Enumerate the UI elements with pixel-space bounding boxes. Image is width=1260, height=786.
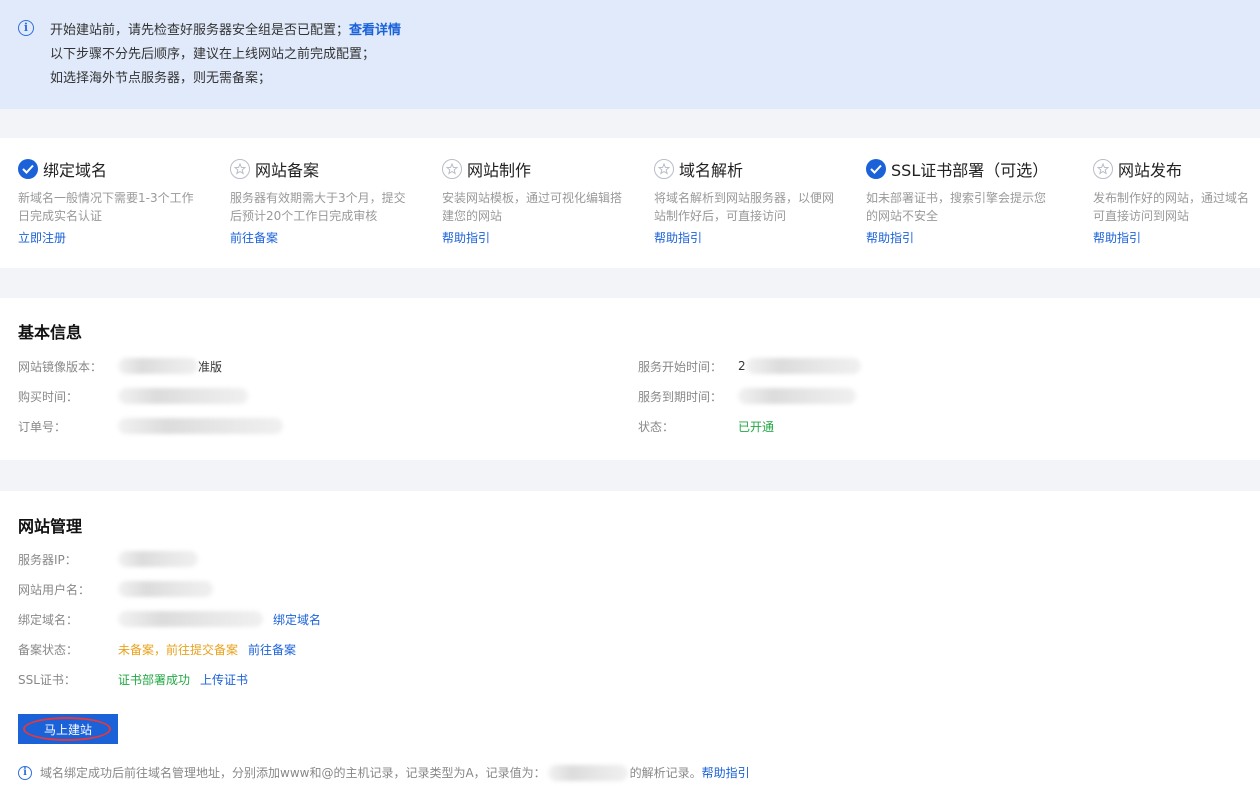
go-filing-link[interactable]: 前往备案 bbox=[230, 229, 430, 246]
bind-domain-link[interactable]: 绑定域名 bbox=[273, 611, 321, 628]
step-bind-domain: 绑定域名 新域名一般情况下需要1-3个工作日完成实名认证 立即注册 bbox=[18, 158, 218, 246]
register-now-link[interactable]: 立即注册 bbox=[18, 229, 218, 246]
status-row: 状态： 已开通 bbox=[638, 417, 774, 435]
ssl-row: SSL证书： 证书部署成功 上传证书 bbox=[18, 670, 248, 688]
help-guide-link[interactable]: 帮助指引 bbox=[702, 764, 750, 781]
field-label: 网站用户名： bbox=[18, 582, 91, 597]
service-end-row: 服务到期时间： bbox=[638, 387, 856, 405]
redacted-value bbox=[118, 418, 283, 434]
field-label: SSL证书： bbox=[18, 672, 76, 687]
field-label: 服务到期时间： bbox=[638, 389, 723, 404]
step-desc: 安装网站模板，通过可视化编辑搭建您的网站 bbox=[442, 191, 623, 223]
step-dns-resolve: 域名解析 将域名解析到网站服务器，以便网站制作好后，可直接访问 帮助指引 bbox=[654, 158, 854, 246]
step-title: SSL证书部署（可选） bbox=[891, 161, 1049, 180]
field-label: 服务器IP： bbox=[18, 552, 77, 567]
star-circle-icon bbox=[442, 159, 462, 179]
image-version-row: 网站镜像版本： 准版 bbox=[18, 357, 222, 375]
go-filing-link[interactable]: 前往备案 bbox=[248, 641, 296, 658]
star-circle-icon bbox=[1093, 159, 1113, 179]
setup-steps-panel: 绑定域名 新域名一般情况下需要1-3个工作日完成实名认证 立即注册 网站备案 服… bbox=[0, 138, 1260, 268]
step-title: 网站制作 bbox=[467, 161, 532, 180]
step-title: 域名解析 bbox=[679, 161, 744, 180]
build-site-button[interactable]: 马上建站 bbox=[18, 714, 118, 744]
purchase-time-row: 购买时间： bbox=[18, 387, 248, 405]
step-desc: 将域名解析到网站服务器，以便网站制作好后，可直接访问 bbox=[654, 191, 835, 223]
dns-tip: i 域名绑定成功后前往域名管理地址，分别添加www和@的主机记录，记录类型为A，… bbox=[18, 764, 750, 781]
field-label: 订单号： bbox=[18, 419, 67, 434]
step-desc: 发布制作好的网站，通过域名可直接访问到网站 bbox=[1093, 191, 1250, 223]
redacted-value bbox=[745, 358, 861, 374]
redacted-value bbox=[118, 388, 248, 404]
highlight-ring bbox=[23, 717, 111, 741]
step-site-build: 网站制作 安装网站模板，通过可视化编辑搭建您的网站 帮助指引 bbox=[442, 158, 642, 246]
step-title: 网站发布 bbox=[1118, 161, 1183, 180]
field-label: 备案状态： bbox=[18, 642, 79, 657]
star-circle-icon bbox=[654, 159, 674, 179]
notice-line-3: 如选择海外节点服务器，则无需备案； bbox=[50, 71, 272, 86]
field-value: 准版 bbox=[198, 359, 223, 374]
icp-status-value: 未备案，前往提交备案 bbox=[118, 642, 239, 657]
redacted-value bbox=[118, 551, 198, 567]
step-title: 网站备案 bbox=[255, 161, 320, 180]
redacted-value bbox=[118, 611, 263, 627]
section-title: 网站管理 bbox=[18, 517, 83, 536]
step-title: 绑定域名 bbox=[43, 161, 108, 180]
step-icp-filing: 网站备案 服务器有效期需大于3个月，提交后预计20个工作日完成审核 前往备案 bbox=[230, 158, 430, 246]
step-desc: 服务器有效期需大于3个月，提交后预计20个工作日完成审核 bbox=[230, 191, 406, 223]
redacted-value bbox=[118, 581, 213, 597]
check-circle-icon bbox=[18, 159, 38, 179]
server-ip-row: 服务器IP： bbox=[18, 550, 198, 568]
notice-line-1: 开始建站前，请先检查好服务器安全组是否已配置； bbox=[50, 23, 350, 38]
redacted-value bbox=[118, 358, 198, 374]
field-value: 2 bbox=[738, 359, 746, 373]
step-ssl-deploy: SSL证书部署（可选） 如未部署证书，搜索引擎会提示您的网站不安全 帮助指引 bbox=[866, 158, 1066, 246]
tip-text: 域名绑定成功后前往域名管理地址，分别添加www和@的主机记录，记录类型为A，记录… bbox=[40, 766, 546, 780]
service-start-row: 服务开始时间： 2 bbox=[638, 357, 861, 375]
help-guide-link[interactable]: 帮助指引 bbox=[654, 229, 854, 246]
redacted-value bbox=[738, 388, 856, 404]
field-label: 状态： bbox=[638, 419, 675, 434]
bound-domain-row: 绑定域名： 绑定域名 bbox=[18, 610, 321, 628]
basic-info-panel: 基本信息 网站镜像版本： 准版 购买时间： 订单号： 服务开始时间： 2 服务到… bbox=[0, 298, 1260, 460]
order-number-row: 订单号： bbox=[18, 417, 283, 435]
notice-banner: i 开始建站前，请先检查好服务器安全组是否已配置；查看详情 以下步骤不分先后顺序… bbox=[0, 0, 1260, 109]
status-badge: 已开通 bbox=[738, 419, 775, 434]
ssl-status-value: 证书部署成功 bbox=[118, 672, 191, 687]
site-management-panel: 网站管理 服务器IP： 网站用户名： 绑定域名： 绑定域名 备案状态： 未备案，… bbox=[0, 491, 1260, 786]
step-site-publish: 网站发布 发布制作好的网站，通过域名可直接访问到网站 帮助指引 bbox=[1093, 158, 1260, 246]
tip-text-end: 的解析记录。 bbox=[629, 766, 702, 780]
redacted-value bbox=[547, 764, 628, 781]
icp-status-row: 备案状态： 未备案，前往提交备案 前往备案 bbox=[18, 640, 296, 658]
field-label: 绑定域名： bbox=[18, 612, 79, 627]
info-icon: i bbox=[18, 765, 32, 780]
check-circle-icon bbox=[866, 159, 886, 179]
field-label: 购买时间： bbox=[18, 389, 79, 404]
field-label: 网站镜像版本： bbox=[18, 359, 103, 374]
section-title: 基本信息 bbox=[18, 323, 83, 342]
help-guide-link[interactable]: 帮助指引 bbox=[442, 229, 642, 246]
step-desc: 新域名一般情况下需要1-3个工作日完成实名认证 bbox=[18, 191, 194, 223]
view-details-link[interactable]: 查看详情 bbox=[349, 23, 401, 38]
info-icon: i bbox=[18, 20, 34, 36]
step-desc: 如未部署证书，搜索引擎会提示您的网站不安全 bbox=[866, 191, 1047, 223]
notice-line-2: 以下步骤不分先后顺序，建议在上线网站之前完成配置； bbox=[50, 47, 376, 62]
star-circle-icon bbox=[230, 159, 250, 179]
site-username-row: 网站用户名： bbox=[18, 580, 213, 598]
help-guide-link[interactable]: 帮助指引 bbox=[866, 229, 1066, 246]
help-guide-link[interactable]: 帮助指引 bbox=[1093, 229, 1260, 246]
field-label: 服务开始时间： bbox=[638, 359, 723, 374]
upload-cert-link[interactable]: 上传证书 bbox=[200, 671, 248, 688]
